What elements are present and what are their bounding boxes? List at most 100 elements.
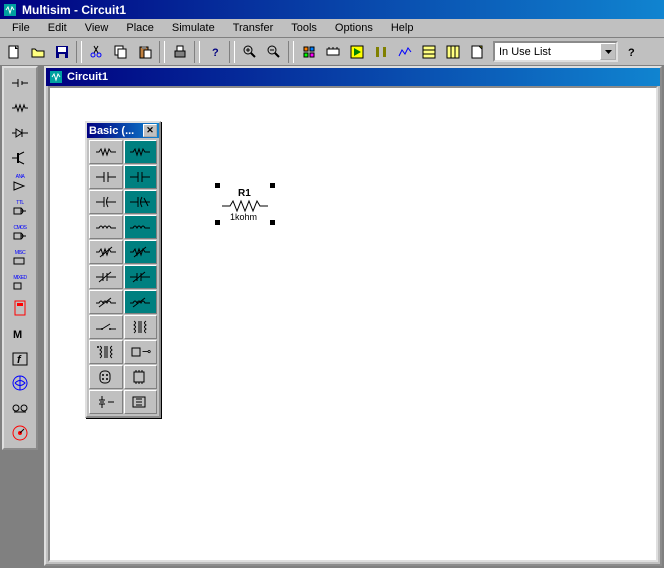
help-topic-button[interactable]: ? — [619, 41, 642, 63]
workspace: ANA TTL CMOS MISC MIXED M f Circuit1 Bas… — [0, 66, 664, 568]
circuit-icon — [49, 70, 63, 84]
pullup-button[interactable] — [124, 390, 158, 414]
analog-group-button[interactable]: ANA — [6, 171, 34, 195]
variable-res-button[interactable] — [89, 240, 123, 264]
basic-group-button[interactable] — [6, 96, 34, 120]
print-button[interactable] — [168, 41, 191, 63]
socket-button[interactable] — [124, 365, 158, 389]
component-value-label: 1kohm — [230, 212, 257, 222]
inductor-button[interactable] — [89, 215, 123, 239]
capacitor-virtual-button[interactable] — [124, 165, 158, 189]
copy-button[interactable] — [109, 41, 132, 63]
instruments-group-button[interactable] — [6, 421, 34, 445]
separator — [229, 41, 235, 63]
zoom-out-button[interactable] — [262, 41, 285, 63]
component-toolbar: ANA TTL CMOS MISC MIXED M f — [2, 66, 38, 450]
sources-group-button[interactable] — [6, 71, 34, 95]
variable-ind-virtual-button[interactable] — [124, 290, 158, 314]
selection-handle[interactable] — [215, 220, 220, 225]
variable-ind-button[interactable] — [89, 290, 123, 314]
palette-title: Basic (... — [89, 125, 134, 137]
palette-titlebar[interactable]: Basic (... ✕ — [87, 123, 159, 138]
controls-group-button[interactable]: f — [6, 346, 34, 370]
nonlinear-trans-button[interactable] — [89, 340, 123, 364]
menu-file[interactable]: File — [4, 21, 38, 35]
svg-text:?: ? — [212, 47, 219, 59]
circuit-window: Circuit1 Basic (... ✕ — [44, 66, 662, 566]
pause-button[interactable] — [369, 41, 392, 63]
diodes-group-button[interactable] — [6, 121, 34, 145]
svg-text:⊸: ⊸ — [142, 346, 151, 358]
separator — [288, 41, 294, 63]
database-button[interactable] — [297, 41, 320, 63]
misc-group-button[interactable]: M — [6, 321, 34, 345]
circuit-canvas[interactable]: Basic (... ✕ — [48, 86, 658, 562]
variable-cap-button[interactable] — [89, 265, 123, 289]
transformer-button[interactable] — [124, 315, 158, 339]
selection-handle[interactable] — [270, 183, 275, 188]
separator — [76, 41, 82, 63]
menu-transfer[interactable]: Transfer — [225, 21, 282, 35]
dropdown-arrow-icon[interactable] — [600, 43, 616, 60]
circuit-titlebar[interactable]: Circuit1 — [46, 68, 660, 86]
open-button[interactable] — [26, 41, 49, 63]
cmos-group-button[interactable]: CMOS — [6, 221, 34, 245]
svg-text:?: ? — [628, 47, 635, 59]
menu-simulate[interactable]: Simulate — [164, 21, 223, 35]
ttl-group-button[interactable]: TTL — [6, 196, 34, 220]
run-button[interactable] — [345, 41, 368, 63]
inductor-virtual-button[interactable] — [124, 215, 158, 239]
rf-group-button[interactable] — [6, 371, 34, 395]
analysis-button[interactable] — [393, 41, 416, 63]
app-icon — [2, 2, 18, 18]
menu-view[interactable]: View — [77, 21, 117, 35]
transistors-group-button[interactable] — [6, 146, 34, 170]
component-button[interactable] — [321, 41, 344, 63]
component-name-label: R1 — [238, 188, 251, 199]
polarized-cap-virtual-button[interactable] — [124, 190, 158, 214]
zoom-in-button[interactable] — [238, 41, 261, 63]
indicators-group-button[interactable] — [6, 296, 34, 320]
capacitor-button[interactable] — [89, 165, 123, 189]
menu-tools[interactable]: Tools — [283, 21, 325, 35]
main-titlebar: Multisim - Circuit1 — [0, 0, 664, 19]
reports-button[interactable] — [465, 41, 488, 63]
resistor-virtual-button[interactable] — [124, 140, 158, 164]
save-button[interactable] — [50, 41, 73, 63]
potentiometer-button[interactable] — [89, 390, 123, 414]
menubar: File Edit View Place Simulate Transfer T… — [0, 19, 664, 38]
selection-handle[interactable] — [215, 183, 220, 188]
combo-text: In Use List — [495, 46, 600, 58]
palette-close-button[interactable]: ✕ — [143, 124, 157, 137]
variable-res-virtual-button[interactable] — [124, 240, 158, 264]
main-toolbar: ? In Use List ? — [0, 38, 664, 66]
misc-digital-group-button[interactable]: MISC — [6, 246, 34, 270]
paste-button[interactable] — [133, 41, 156, 63]
cut-button[interactable] — [85, 41, 108, 63]
polarized-cap-button[interactable] — [89, 190, 123, 214]
connector-button[interactable] — [89, 365, 123, 389]
resistor-symbol-icon — [220, 199, 270, 213]
in-use-combo[interactable]: In Use List — [493, 41, 618, 62]
menu-options[interactable]: Options — [327, 21, 381, 35]
variable-cap-virtual-button[interactable] — [124, 265, 158, 289]
basic-palette[interactable]: Basic (... ✕ — [85, 121, 161, 418]
menu-place[interactable]: Place — [118, 21, 162, 35]
selection-handle[interactable] — [270, 220, 275, 225]
palette-grid: ⊸ — [87, 138, 159, 416]
new-button[interactable] — [2, 41, 25, 63]
circuit-title: Circuit1 — [67, 71, 108, 83]
switch-button[interactable] — [89, 315, 123, 339]
mixed-group-button[interactable]: MIXED — [6, 271, 34, 295]
vhdl-button[interactable] — [441, 41, 464, 63]
electromech-group-button[interactable] — [6, 396, 34, 420]
svg-text:M: M — [13, 329, 22, 341]
app-title: Multisim - Circuit1 — [22, 3, 126, 17]
help-button[interactable]: ? — [203, 41, 226, 63]
menu-help[interactable]: Help — [383, 21, 422, 35]
resistor-button[interactable] — [89, 140, 123, 164]
relay-button[interactable]: ⊸ — [124, 340, 158, 364]
menu-edit[interactable]: Edit — [40, 21, 75, 35]
svg-text:f: f — [17, 354, 22, 366]
postprocessor-button[interactable] — [417, 41, 440, 63]
